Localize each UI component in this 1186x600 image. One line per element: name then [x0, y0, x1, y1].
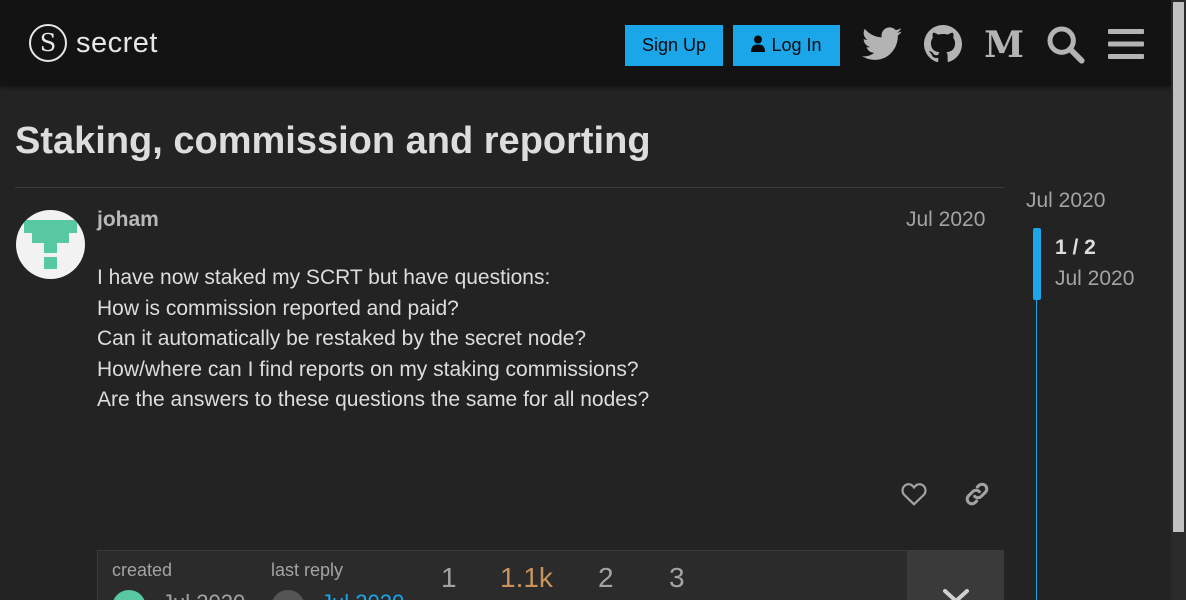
timeline-post-count: 1 / 2 [1055, 236, 1096, 259]
timeline-handle[interactable] [1033, 228, 1041, 300]
post-line: How is commission reported and paid? [97, 296, 459, 320]
medium-icon[interactable]: M [983, 23, 1025, 65]
hamburger-menu-icon[interactable] [1105, 23, 1147, 65]
search-icon[interactable] [1044, 23, 1086, 65]
user-icon [751, 35, 766, 57]
logo-text: secret [76, 26, 158, 59]
twitter-icon[interactable] [861, 23, 903, 65]
post-line: Are the answers to these questions the s… [97, 388, 650, 411]
post-line: How/where can I find reports on my staki… [97, 357, 639, 381]
link-icon [963, 480, 991, 513]
secret-logo-icon: S [29, 24, 67, 62]
created-label: created [112, 560, 173, 580]
sign-up-button[interactable]: Sign Up [625, 25, 723, 66]
post-line: I have now staked my SCRT but have quest… [97, 266, 551, 289]
post-username[interactable]: joham [97, 208, 159, 232]
site-header: S secret Sign Up Log In M [0, 0, 1171, 86]
last-reply-label: last reply [271, 560, 344, 580]
log-in-label: Log In [771, 35, 822, 55]
topic-map-expand-button[interactable] [907, 550, 1004, 600]
replies-count: 1 [441, 562, 457, 593]
share-link-button[interactable] [961, 480, 993, 512]
heart-icon [901, 482, 927, 511]
log-in-button[interactable]: Log In [733, 25, 840, 66]
title-divider [15, 187, 1004, 188]
timeline-start-date[interactable]: Jul 2020 [1026, 189, 1105, 213]
page-scrollbar-thumb[interactable] [1173, 2, 1184, 532]
users-count: 2 [598, 562, 614, 593]
created-date: Jul 2020 [162, 590, 245, 600]
post-date[interactable]: Jul 2020 [906, 208, 985, 232]
post-line: Can it automatically be restaked by the … [97, 327, 587, 350]
site-logo[interactable]: S secret [29, 24, 158, 62]
svg-text:M: M [984, 28, 1024, 60]
last-reply-date[interactable]: Jul 2020 [321, 590, 404, 600]
like-button[interactable] [898, 480, 930, 512]
timeline-current-date: Jul 2020 [1055, 267, 1135, 290]
post-body: I have now staked my SCRT but have quest… [97, 263, 649, 416]
topic-title[interactable]: Staking, commission and reporting [15, 120, 651, 163]
links-count: 3 [669, 562, 685, 593]
avatar[interactable] [16, 210, 85, 279]
chevron-down-icon [942, 583, 970, 600]
github-icon[interactable] [922, 23, 964, 65]
views-count: 1.1k [500, 562, 553, 593]
